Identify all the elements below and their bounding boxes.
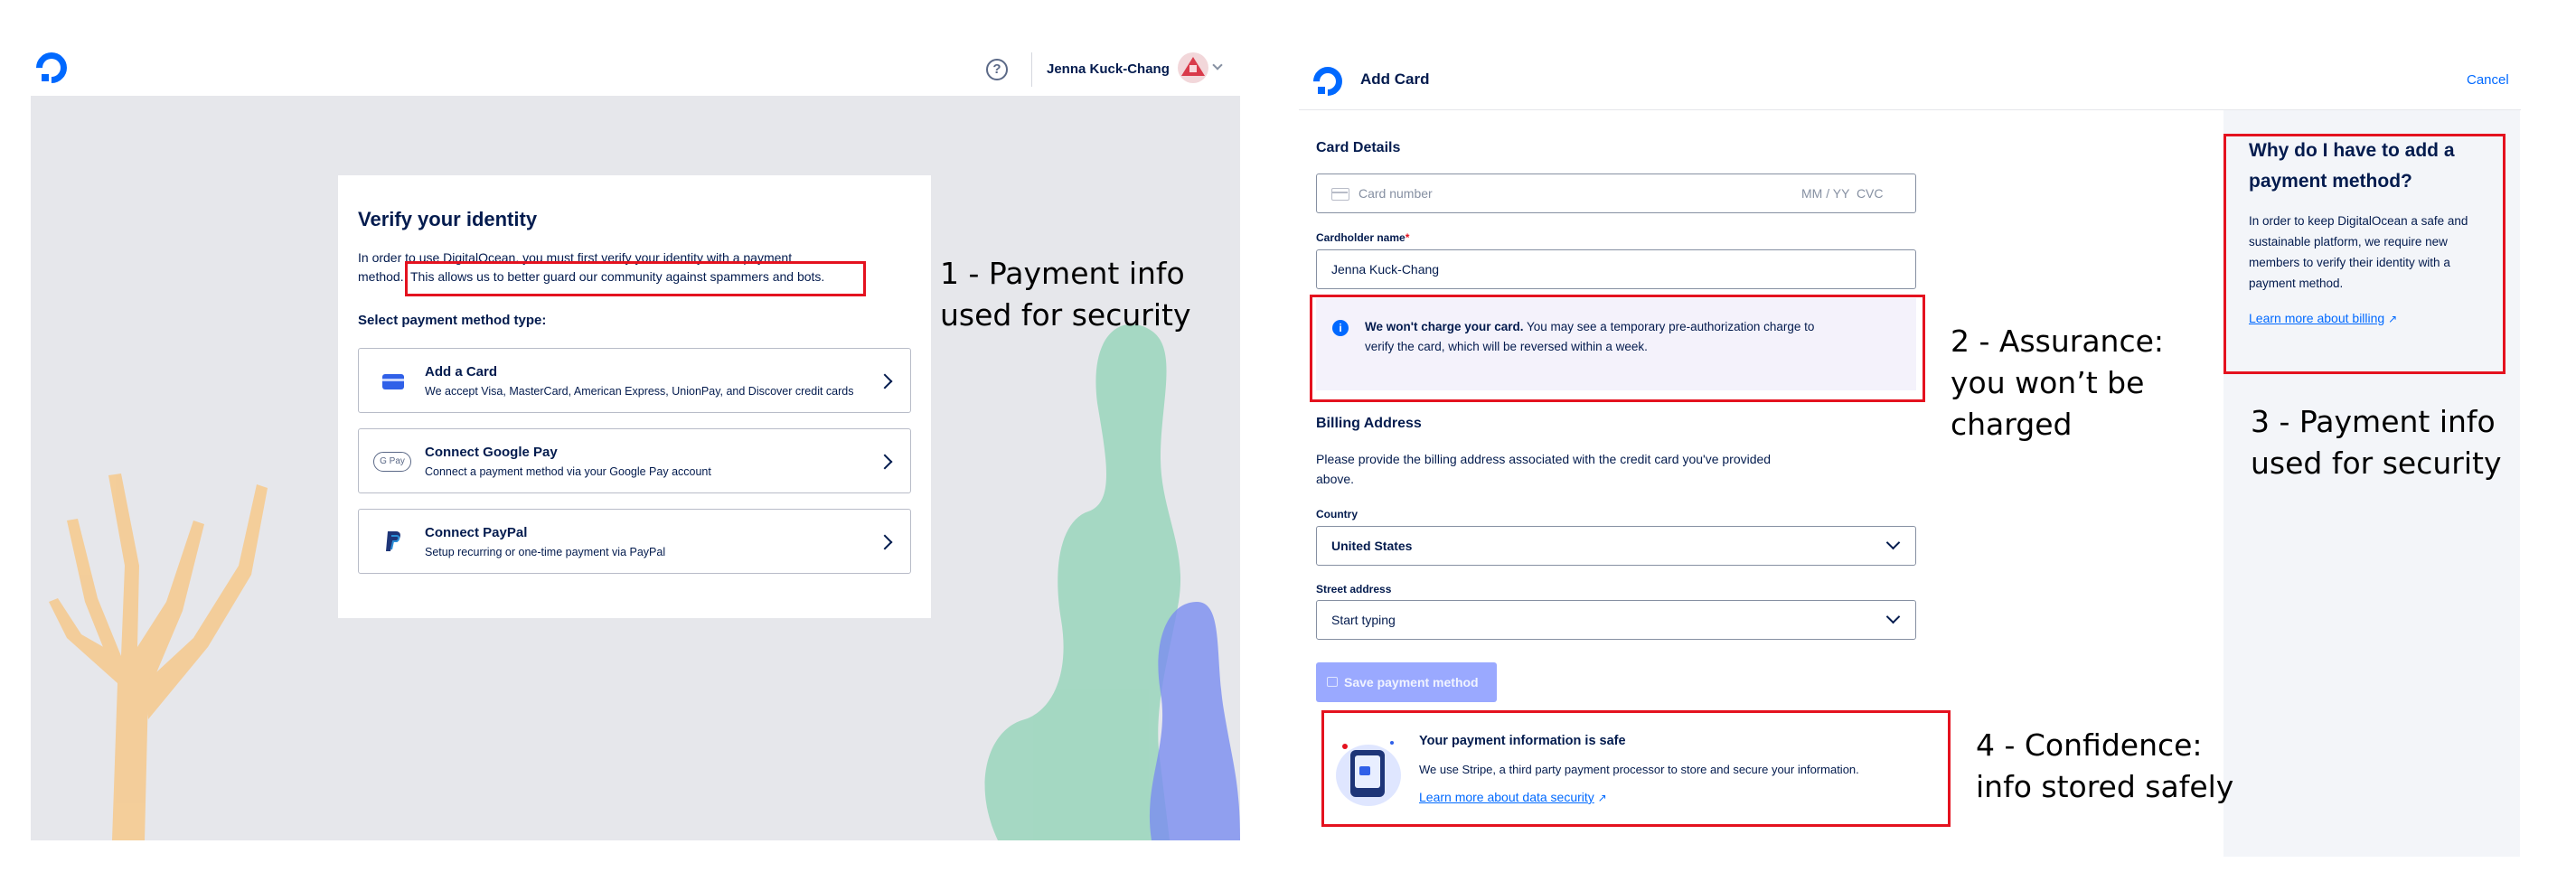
country-select[interactable]: United States [1316,526,1916,566]
billing-desc-line1: Please provide the billing address assoc… [1316,452,1772,466]
save-payment-button[interactable]: Save payment method [1316,662,1497,702]
annotation-box-4 [1321,710,1951,827]
add-card-title: Add a Card [425,364,498,380]
street-address-input[interactable]: Start typing [1316,600,1916,640]
street-label: Street address [1316,583,1392,596]
add-card-header: Add Card Cancel [1299,54,2521,110]
user-name[interactable]: Jenna Kuck-Chang [1047,61,1170,77]
digitalocean-logo-icon[interactable] [1307,61,1349,102]
select-method-label: Select payment method type: [358,313,547,328]
add-card-option[interactable]: Add a Card We accept Visa, MasterCard, A… [358,348,911,413]
chevron-right-icon [877,373,893,389]
google-pay-icon: G Pay [373,452,411,472]
cancel-link[interactable]: Cancel [2467,72,2509,88]
annotation-3-line2: used for security [2251,446,2502,481]
annotation-2-line3: charged [1951,407,2073,442]
question-circle-icon[interactable]: ? [986,59,1008,80]
verify-intro-line2-prefix: method. [358,269,404,284]
card-number-placeholder: Card number [1359,186,1433,201]
card-number-field[interactable]: Card number MM / YY CVC [1316,174,1916,213]
paypal-icon [384,530,402,553]
google-pay-option[interactable]: G Pay Connect Google Pay Connect a payme… [358,428,911,493]
card-outline-icon [1331,188,1349,201]
chevron-right-icon [877,454,893,470]
save-button-label: Save payment method [1344,675,1479,689]
billing-desc-line2: above. [1316,472,1355,486]
digitalocean-logo-icon[interactable] [29,45,74,90]
required-mark: * [1405,231,1410,244]
credit-card-icon [382,374,404,389]
annotation-box-2 [1310,295,1925,402]
paypal-title: Connect PayPal [425,525,528,540]
left-header: ? Jenna Kuck-Chang [0,0,1240,96]
header-divider [1031,52,1032,87]
card-details-title: Card Details [1316,140,1401,155]
country-label: Country [1316,508,1358,521]
annotation-2-line2: you won’t be [1951,365,2145,400]
annotation-4-line2: info stored safely [1976,769,2234,804]
chevron-down-icon [1885,609,1901,624]
annotation-1-line2: used for security [940,297,1191,333]
annotation-3-line1: 3 - Payment info [2251,404,2496,439]
add-card-description: We accept Visa, MasterCard, American Exp… [425,385,854,398]
cardholder-value: Jenna Kuck-Chang [1331,262,1440,277]
annotation-1-line1: 1 - Payment info [940,256,1185,291]
google-pay-description: Connect a payment method via your Google… [425,465,711,478]
country-value: United States [1331,539,1413,553]
expiry-cvc-placeholder: MM / YY CVC [1801,186,1884,201]
annotation-4-line1: 4 - Confidence: [1976,727,2203,763]
annotation-box-1 [405,261,866,296]
paypal-option[interactable]: Connect PayPal Setup recurring or one-ti… [358,509,911,574]
chevron-down-icon [1885,535,1901,550]
lock-icon [1327,677,1338,687]
cardholder-label: Cardholder name* [1316,231,1409,244]
billing-address-title: Billing Address [1316,416,1422,431]
add-card-title: Add Card [1360,70,1430,88]
annotation-box-3 [2223,134,2505,374]
paypal-description: Setup recurring or one-time payment via … [425,546,666,558]
chevron-right-icon [877,534,893,550]
user-avatar-icon[interactable] [1178,52,1208,83]
chevron-down-icon[interactable] [1212,60,1223,70]
cardholder-name-input[interactable]: Jenna Kuck-Chang [1316,249,1916,289]
annotation-2-line1: 2 - Assurance: [1951,324,2165,359]
google-pay-title: Connect Google Pay [425,445,558,460]
verify-title: Verify your identity [358,208,538,230]
cardholder-label-text: Cardholder name [1316,231,1406,244]
street-placeholder: Start typing [1331,613,1396,627]
